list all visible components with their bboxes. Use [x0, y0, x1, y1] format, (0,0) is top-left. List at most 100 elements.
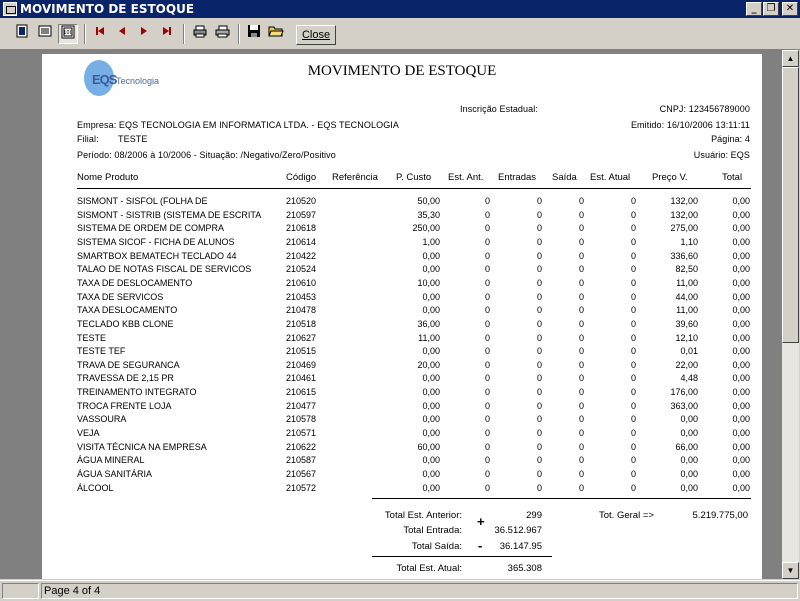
- cell-entradas: 0: [536, 400, 542, 411]
- cell-total: 0,00: [732, 264, 750, 275]
- cell-entradas: 0: [536, 346, 542, 357]
- cell-saida: 0: [578, 387, 584, 398]
- printer-setup-icon[interactable]: [190, 24, 210, 44]
- cell-total: 0,00: [732, 223, 750, 234]
- totals-rule: [372, 498, 751, 499]
- open-folder-icon[interactable]: [266, 24, 286, 44]
- close-button[interactable]: Close: [296, 25, 336, 45]
- cell-preco: 4,48: [680, 373, 698, 384]
- scroll-down-icon[interactable]: ▼: [782, 562, 799, 579]
- cell-nome: TRAVESSA DE 2,15 PR: [77, 373, 174, 384]
- cell-custo: 0,00: [422, 373, 440, 384]
- cell-saida: 0: [578, 441, 584, 452]
- cell-saida: 0: [578, 305, 584, 316]
- cell-preco: 0,00: [680, 428, 698, 439]
- cell-entradas: 0: [536, 482, 542, 493]
- report-viewport[interactable]: EQS Tecnologia MOVIMENTO DE ESTOQUE Insc…: [0, 50, 782, 579]
- cell-custo: 0,00: [422, 305, 440, 316]
- zoom-100-icon[interactable]: 100: [58, 24, 78, 44]
- cell-entradas: 0: [536, 223, 542, 234]
- cell-codigo: 210572: [286, 482, 317, 493]
- cell-est-ant: 0: [484, 469, 490, 479]
- cell-custo: 36,00: [417, 318, 440, 329]
- cell-entradas: 0: [536, 373, 542, 384]
- cell-entradas: 0: [536, 291, 542, 302]
- status-cell-empty: [2, 583, 39, 599]
- col-header-nome: Nome Produto: [77, 172, 139, 183]
- cell-est-ant: 0: [484, 291, 490, 302]
- cell-codigo: 210615: [286, 387, 317, 398]
- cell-entradas: 0: [536, 359, 542, 370]
- minimize-button[interactable]: _: [746, 2, 762, 16]
- first-page-icon[interactable]: [90, 24, 110, 44]
- cell-preco: 1,10: [680, 236, 698, 247]
- cell-preco: 66,00: [675, 441, 698, 452]
- cell-est-atual: 0: [630, 428, 636, 439]
- cell-est-ant: 0: [484, 346, 490, 357]
- col-header-referencia: Referência: [332, 172, 378, 183]
- restore-button[interactable]: ❐: [763, 2, 779, 16]
- table-row: TECLADO KBB CLONE 210518 36,00 0 0 0 0 39,60 0,0…: [42, 319, 762, 332]
- cell-saida: 0: [578, 318, 584, 329]
- cell-nome: VISITA TÉCNICA NA EMPRESA: [77, 441, 207, 452]
- cell-est-atual: 0: [630, 196, 636, 206]
- cell-codigo: 210618: [286, 223, 317, 234]
- cell-nome: TAXA DESLOCAMENTO: [77, 305, 178, 316]
- cell-entradas: 0: [536, 277, 542, 288]
- cell-nome: ÁGUA MINERAL: [77, 455, 145, 466]
- cell-custo: 35,30: [417, 209, 440, 220]
- app-icon[interactable]: [3, 2, 17, 16]
- cell-est-ant: 0: [484, 209, 490, 220]
- cell-nome: TALAO DE NOTAS FISCAL DE SERVICOS: [77, 264, 252, 275]
- cell-est-ant: 0: [484, 196, 490, 206]
- scroll-thumb[interactable]: [782, 67, 799, 343]
- cell-est-atual: 0: [630, 223, 636, 234]
- next-page-icon[interactable]: [134, 24, 154, 44]
- close-window-button[interactable]: ✕: [782, 2, 798, 16]
- print-icon[interactable]: [213, 24, 233, 44]
- cell-preco: 39,60: [675, 318, 698, 329]
- cell-codigo: 210453: [286, 291, 317, 302]
- cell-entradas: 0: [536, 469, 542, 479]
- filial-value: TESTE: [118, 134, 148, 144]
- cell-codigo: 210524: [286, 264, 317, 275]
- whole-page-icon[interactable]: [12, 24, 32, 44]
- cell-custo: 0,00: [422, 264, 440, 275]
- toolbar-separator: [238, 24, 240, 44]
- cell-total: 0,00: [732, 250, 750, 261]
- cell-custo: 0,00: [422, 346, 440, 357]
- cell-codigo: 210587: [286, 455, 317, 466]
- saida-rule: [372, 556, 552, 557]
- cell-preco: 22,00: [675, 359, 698, 370]
- toolbar: 100 Close: [0, 19, 800, 50]
- table-row: VEJA 210571 0,00 0 0 0 0 0,00 0,00: [42, 428, 762, 441]
- vertical-scrollbar[interactable]: ▲ ▼: [782, 50, 799, 579]
- page-width-icon[interactable]: [35, 24, 55, 44]
- scroll-up-icon[interactable]: ▲: [782, 50, 799, 67]
- cell-entradas: 0: [536, 414, 542, 425]
- last-page-icon[interactable]: [157, 24, 177, 44]
- cell-est-atual: 0: [630, 482, 636, 493]
- col-header-est-atual: Est. Atual: [590, 172, 631, 183]
- cell-est-ant: 0: [484, 428, 490, 439]
- cell-codigo: 210469: [286, 359, 317, 370]
- cell-total: 0,00: [732, 428, 750, 439]
- status-bar: Page 4 of 4: [0, 580, 800, 601]
- cell-entradas: 0: [536, 318, 542, 329]
- cell-entradas: 0: [536, 250, 542, 261]
- cell-entradas: 0: [536, 387, 542, 398]
- save-icon[interactable]: [244, 24, 264, 44]
- table-row: TAXA DESLOCAMENTO 210478 0,00 0 0 0 0 11,00 0,00: [42, 305, 762, 318]
- cell-preco: 11,00: [676, 277, 698, 288]
- cell-est-atual: 0: [630, 387, 636, 398]
- cell-saida: 0: [578, 346, 584, 357]
- table-row: SISTEMA SICOF - FICHA DE ALUNOS 210614 1,0…: [42, 237, 762, 250]
- table-row: TALAO DE NOTAS FISCAL DE SERVICOS 210524 0…: [42, 264, 762, 277]
- cell-est-ant: 0: [484, 277, 490, 288]
- cell-custo: 11,00: [418, 332, 440, 343]
- previous-page-icon[interactable]: [112, 24, 132, 44]
- cell-nome: SISTEMA SICOF - FICHA DE ALUNOS: [77, 236, 235, 247]
- cell-est-ant: 0: [484, 400, 490, 411]
- total-geral-value: 5.219.775,00: [692, 510, 748, 521]
- table-row: TREINAMENTO INTEGRATO 210615 0,00 0 0 0 0 176,0…: [42, 387, 762, 400]
